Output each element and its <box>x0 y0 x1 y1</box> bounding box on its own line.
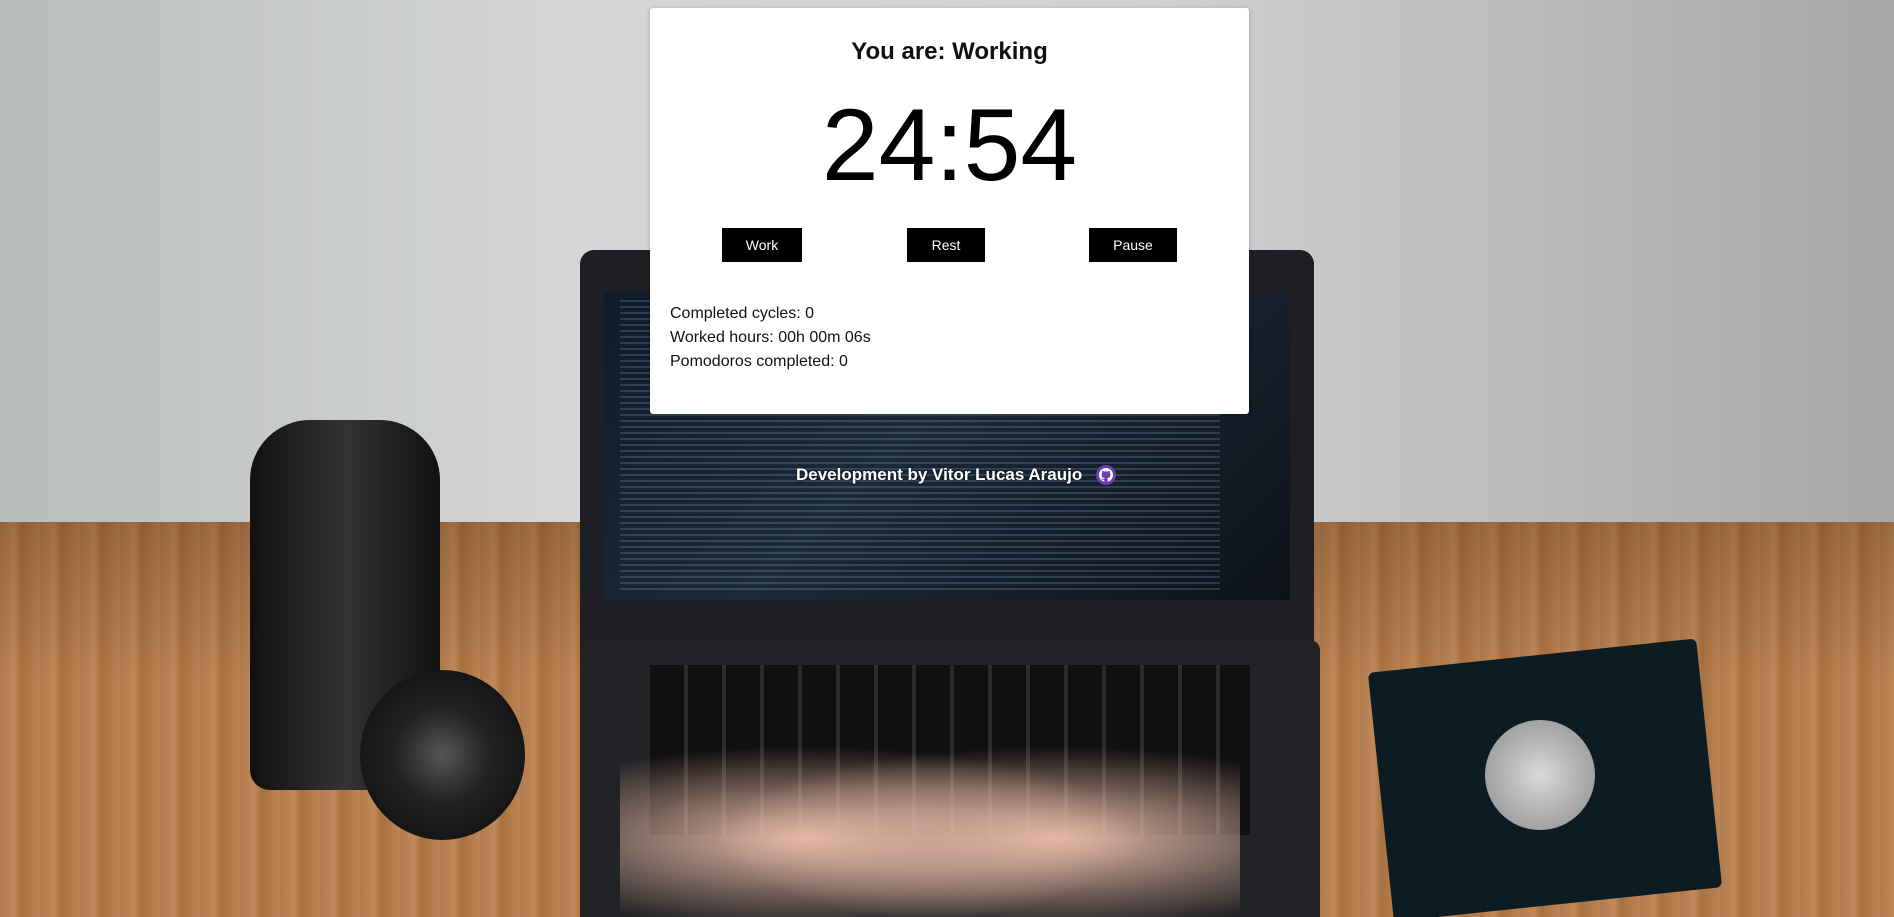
pause-button[interactable]: Pause <box>1089 228 1177 262</box>
hands <box>620 720 1240 917</box>
worked-hours: Worked hours: 00h 00m 06s <box>670 329 871 346</box>
footer-credit: Development by Vitor Lucas Araujo <box>796 465 1117 485</box>
completed-cycles: Completed cycles: 0 <box>670 305 815 322</box>
notebook-planet <box>1485 720 1595 830</box>
camera-lens-small <box>360 670 525 840</box>
pomodoro-card: You are: Working 24:54 Work Rest Pause C… <box>650 8 1249 414</box>
github-icon[interactable] <box>1096 465 1117 485</box>
stats-panel: Completed cycles: 0 Worked hours: 00h 00… <box>670 302 871 374</box>
status-label: You are: Working <box>851 38 1048 65</box>
timer-display: 24:54 <box>821 88 1078 202</box>
credit-text: Development by Vitor Lucas Araujo <box>796 465 1083 484</box>
work-button[interactable]: Work <box>722 228 802 262</box>
pomodoros-completed: Pomodoros completed: 0 <box>670 353 848 370</box>
rest-button[interactable]: Rest <box>907 228 985 262</box>
